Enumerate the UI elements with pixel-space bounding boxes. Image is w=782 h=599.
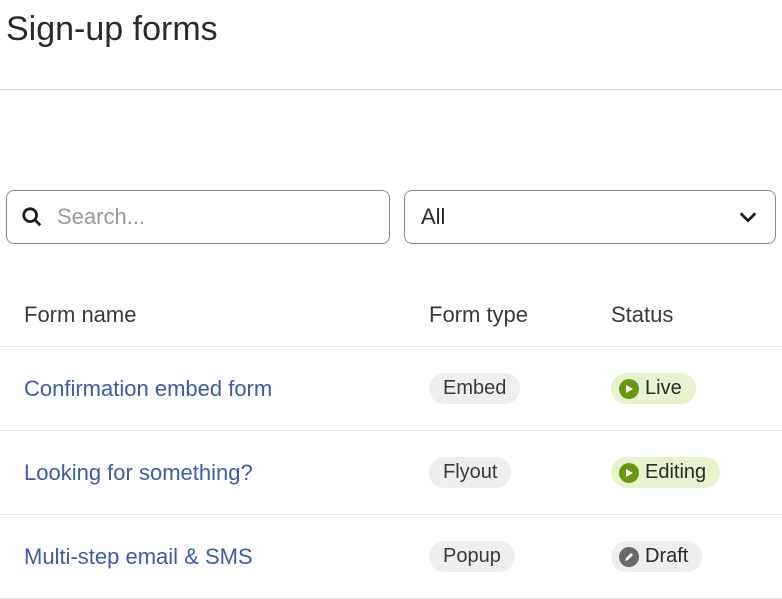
status-pill-draft: Draft xyxy=(611,541,702,572)
header-form-type: Form type xyxy=(429,302,611,328)
pencil-icon xyxy=(619,547,639,567)
status-cell: Live xyxy=(611,373,776,404)
search-input[interactable] xyxy=(57,204,375,230)
type-pill: Popup xyxy=(429,541,515,572)
search-wrapper[interactable] xyxy=(6,190,390,244)
table-row: Looking for something? Flyout Editing xyxy=(0,431,782,515)
form-name-link[interactable]: Multi-step email & SMS xyxy=(24,544,429,570)
form-name-link[interactable]: Confirmation embed form xyxy=(24,376,429,402)
form-name-link[interactable]: Looking for something? xyxy=(24,460,429,486)
table-header: Form name Form type Status xyxy=(0,284,782,347)
play-icon xyxy=(619,379,639,399)
filter-value: All xyxy=(421,204,445,230)
play-icon xyxy=(619,463,639,483)
table-row: Confirmation embed form Embed Live xyxy=(0,347,782,431)
status-pill-live: Live xyxy=(611,373,696,404)
type-pill: Flyout xyxy=(429,457,511,488)
form-type-cell: Embed xyxy=(429,373,611,404)
form-type-cell: Flyout xyxy=(429,457,611,488)
type-pill: Embed xyxy=(429,373,520,404)
filter-select[interactable]: All xyxy=(404,190,776,244)
controls-bar: All xyxy=(0,90,782,244)
header-status: Status xyxy=(611,302,776,328)
form-type-cell: Popup xyxy=(429,541,611,572)
search-icon xyxy=(21,206,43,228)
status-pill-editing: Editing xyxy=(611,457,720,488)
table-row: Multi-step email & SMS Popup Draft xyxy=(0,515,782,599)
status-cell: Editing xyxy=(611,457,776,488)
forms-table: Form name Form type Status Confirmation … xyxy=(0,284,782,599)
page-title: Sign-up forms xyxy=(0,0,782,89)
status-label: Live xyxy=(645,377,682,400)
status-label: Editing xyxy=(645,461,706,484)
status-label: Draft xyxy=(645,545,688,568)
chevron-down-icon xyxy=(737,206,759,228)
status-cell: Draft xyxy=(611,541,776,572)
header-form-name: Form name xyxy=(24,302,429,328)
